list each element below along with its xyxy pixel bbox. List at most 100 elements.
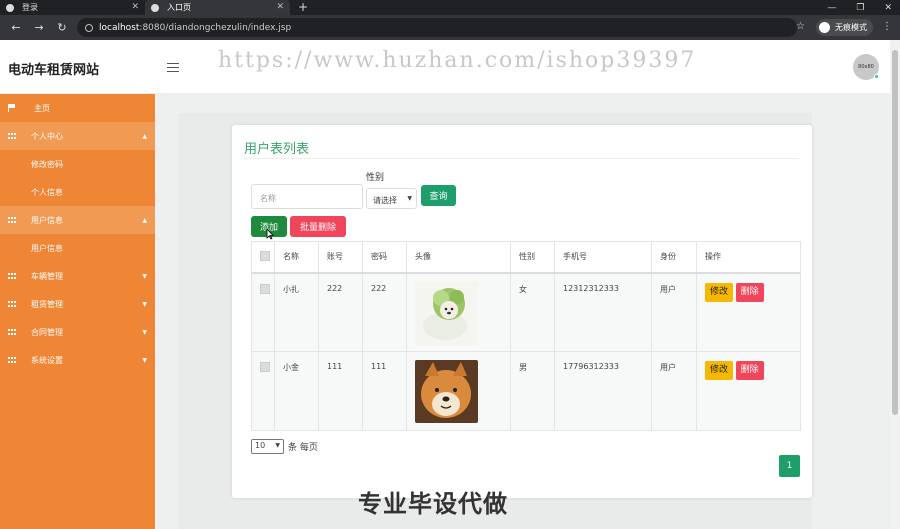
password-cell: 222 (362, 272, 407, 352)
column-header: 头像 (406, 241, 511, 273)
sidebar-item-label: 车辆管理 (31, 271, 63, 281)
chevron-up-icon: ▲ (142, 133, 147, 140)
close-icon[interactable]: ✕ (131, 2, 139, 12)
pagination-size: 10 ▼ 条 每页 (251, 439, 318, 454)
sidebar-item-label: 系统设置 (31, 355, 63, 365)
shiba-dog-image (415, 360, 478, 423)
page-size-select[interactable]: 10 ▼ (251, 439, 284, 454)
actions-cell: 修改 删除 (696, 351, 801, 431)
delete-button[interactable]: 删除 (735, 282, 764, 302)
row-checkbox[interactable] (260, 283, 270, 294)
hamburger-menu-icon[interactable] (167, 60, 179, 75)
chevron-down-icon: ▼ (142, 301, 147, 308)
grid-icon (8, 328, 16, 336)
sidebar-item-personal-center[interactable]: 个人中心 ▲ (0, 122, 155, 150)
per-page-label: 条 每页 (288, 443, 318, 453)
caption-text: 专业毕设代做 (358, 490, 508, 518)
close-window-icon[interactable]: ✕ (884, 3, 892, 13)
new-tab-icon[interactable]: + (298, 0, 308, 15)
sidebar-item-label: 租赁管理 (31, 299, 63, 309)
scrollbar-thumb[interactable] (892, 50, 898, 415)
chevron-down-icon: ▼ (142, 357, 147, 364)
browser-tab-login[interactable]: 登录 ✕ (0, 0, 145, 15)
query-button[interactable]: 查询 (421, 185, 456, 206)
scrollbar[interactable] (890, 40, 900, 529)
close-icon[interactable]: ✕ (276, 2, 284, 12)
sidebar-item-home[interactable]: 主页 (0, 94, 155, 122)
minimize-icon[interactable]: — (827, 3, 836, 13)
sidebar-item-label: 个人中心 (31, 131, 63, 141)
cabbage-dog-image (415, 281, 478, 345)
sidebar-item-personal-info[interactable]: 个人信息 (0, 178, 155, 206)
row-select-cell[interactable] (251, 351, 275, 431)
delete-button[interactable]: 删除 (735, 361, 764, 380)
user-list-card: 用户表列表 名称 性别 请选择 ▼ 查询 添加 批量删除 名称 账号 密码 头像 … (232, 125, 812, 498)
browser-menu-icon[interactable]: ⋮ (882, 21, 892, 32)
window-controls: — ❐ ✕ (827, 0, 892, 15)
sidebar-item-label: 个人信息 (31, 187, 63, 197)
table-header-row: 名称 账号 密码 头像 性别 手机号 身份 操作 (251, 241, 801, 273)
edit-button[interactable]: 修改 (705, 282, 734, 302)
back-icon[interactable]: ← (9, 21, 23, 34)
sex-filter-label: 性别 (366, 173, 385, 183)
phone-cell: 17796312333 (554, 351, 652, 431)
incognito-badge[interactable]: 无痕模式 (816, 19, 873, 36)
page-title: 用户表列表 (244, 142, 310, 157)
sidebar-item-rental[interactable]: 租赁管理 ▼ (0, 290, 155, 318)
sex-filter-select[interactable]: 请选择 ▼ (366, 188, 417, 209)
mouse-cursor-icon (266, 228, 274, 240)
name-search-input[interactable]: 名称 (251, 184, 363, 209)
bookmark-star-icon[interactable]: ☆ (796, 21, 805, 32)
column-header: 名称 (274, 241, 319, 273)
avatar-text: 80x80 (858, 64, 874, 70)
flag-icon (8, 104, 16, 112)
sidebar-item-label: 用户信息 (31, 243, 63, 253)
sidebar-item-user-info-sub[interactable]: 用户信息 (0, 234, 155, 262)
reload-icon[interactable]: ↻ (55, 21, 69, 34)
grid-icon (8, 216, 16, 224)
avatar[interactable]: 80x80 (853, 54, 879, 80)
sidebar-item-user-info[interactable]: 用户信息 ▲ (0, 206, 155, 234)
chevron-down-icon: ▼ (407, 195, 412, 202)
info-icon[interactable] (85, 23, 93, 32)
sidebar: 主页 个人中心 ▲ 修改密码 个人信息 用户信息 ▲ 用户信息 车辆管理 ▼ 租赁管理… (0, 94, 155, 529)
chevron-down-icon: ▼ (275, 442, 280, 449)
actions-cell: 修改 删除 (696, 272, 801, 352)
account-cell: 111 (318, 351, 363, 431)
avatar-cell (406, 272, 511, 352)
url-path: :8080/diandongchezulin/index.jsp (139, 22, 292, 33)
restore-icon[interactable]: ❐ (856, 3, 864, 13)
chevron-down-icon: ▼ (142, 329, 147, 336)
sidebar-item-vehicle[interactable]: 车辆管理 ▼ (0, 262, 155, 290)
batch-delete-button[interactable]: 批量删除 (290, 216, 346, 237)
tab-label: 入口页 (167, 3, 191, 12)
column-header: 操作 (696, 241, 801, 273)
sidebar-item-label: 主页 (34, 103, 50, 113)
sidebar-item-change-password[interactable]: 修改密码 (0, 150, 155, 178)
url-host: localhost (99, 22, 140, 33)
page-button-current[interactable]: 1 (779, 455, 800, 477)
sidebar-item-system[interactable]: 系统设置 ▼ (0, 346, 155, 374)
phone-cell: 12312312333 (554, 272, 652, 352)
chevron-up-icon: ▲ (142, 217, 147, 224)
row-select-cell[interactable] (251, 272, 275, 352)
select-all-checkbox[interactable] (260, 250, 270, 261)
grid-icon (8, 300, 16, 308)
role-cell: 用户 (651, 272, 697, 352)
row-checkbox[interactable] (260, 362, 270, 372)
sidebar-item-label: 用户信息 (31, 215, 63, 225)
grid-icon (8, 356, 16, 364)
column-header: 账号 (318, 241, 363, 273)
sidebar-item-contract[interactable]: 合同管理 ▼ (0, 318, 155, 346)
address-bar-row: ← → ↻ localhost:8080/diandongchezulin/in… (0, 15, 900, 40)
column-header: 性别 (510, 241, 555, 273)
column-header: 密码 (362, 241, 407, 273)
forward-icon[interactable]: → (32, 21, 46, 34)
edit-button[interactable]: 修改 (705, 361, 734, 380)
select-all-header[interactable] (251, 241, 275, 273)
browser-tab-entry[interactable]: 入口页 ✕ (145, 0, 290, 15)
page-size-value: 10 (255, 441, 266, 450)
account-cell: 222 (318, 272, 363, 352)
sex-select-value: 请选择 (373, 196, 397, 205)
url-input[interactable]: localhost:8080/diandongchezulin/index.js… (77, 18, 797, 37)
